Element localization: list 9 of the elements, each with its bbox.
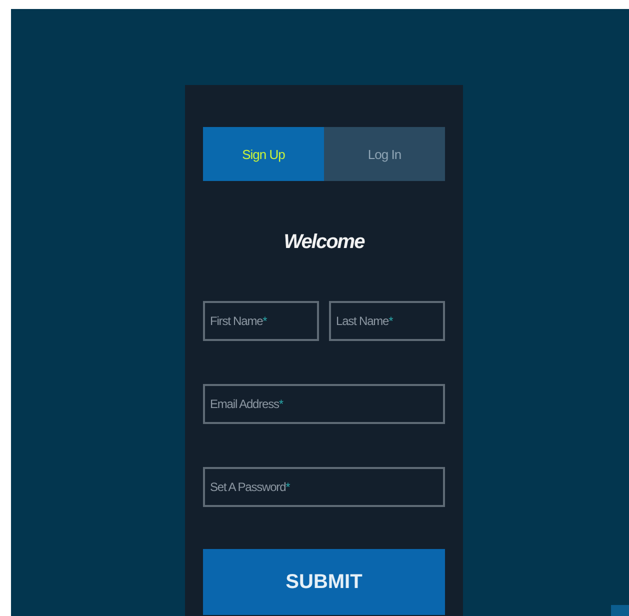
tab[interactable]: Sign Up (203, 127, 324, 181)
tab[interactable]: Log In (324, 127, 445, 181)
submit-button[interactable]: SUBMIT (203, 549, 445, 615)
input-field[interactable]: Email Address* (203, 384, 445, 424)
input-field[interactable]: Last Name* (329, 301, 445, 341)
input-field[interactable]: Set A Password* (203, 467, 445, 507)
welcome-heading: Welcome (284, 231, 364, 254)
corner-tab[interactable] (611, 605, 629, 616)
input-field[interactable]: First Name* (203, 301, 319, 341)
